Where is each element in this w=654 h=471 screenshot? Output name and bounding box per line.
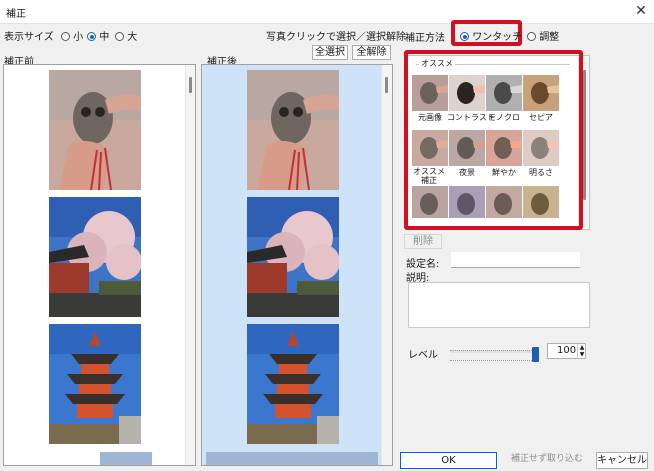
import-without-correction-button[interactable]: 補正せず取り込む [503, 452, 591, 469]
level-label: レベル [408, 350, 438, 361]
spin-up-icon[interactable]: ▲ [577, 344, 586, 351]
description-field[interactable] [408, 282, 590, 328]
owl-photo-after[interactable] [247, 70, 339, 190]
method-option-onetouch[interactable]: ワンタッチ [460, 28, 522, 43]
size-large-label: 大 [127, 32, 138, 43]
preset-night-label: 夜景 [459, 168, 475, 177]
preset-vivid-label: 鮮やか [492, 168, 516, 177]
preset-mono-label: モノクロ [488, 113, 520, 122]
preset-sepia-label: セピア [529, 113, 553, 122]
preset-thumb-12[interactable] [523, 186, 559, 218]
preset-contrast-label: コントラスト [447, 113, 495, 122]
next-photo-peek [100, 452, 152, 465]
before-image-panel [3, 64, 196, 466]
adjust-label: 調整 [539, 32, 560, 43]
pagoda-photo-after[interactable] [247, 324, 339, 444]
next-photo-peek [206, 452, 378, 465]
preset-thumb-10[interactable] [449, 186, 485, 218]
preset-thumb-11[interactable] [486, 186, 522, 218]
before-scrollbar-thumb[interactable] [189, 77, 192, 93]
select-all-button[interactable]: 全選択 [312, 45, 348, 60]
setting-name-field[interactable] [451, 252, 580, 268]
preset-thumb-9[interactable] [412, 186, 448, 218]
preset-recommended-label: オススメ補正 [413, 167, 445, 185]
preset-recommended-thumb[interactable] [412, 130, 448, 166]
photo-click-hint: 写真クリックで選択／選択解除 [266, 32, 406, 43]
after-scrollbar-thumb[interactable] [385, 77, 388, 93]
radio-large[interactable] [115, 32, 124, 41]
pagoda-photo-before[interactable] [49, 324, 141, 444]
preset-night-thumb[interactable] [449, 130, 485, 166]
deselect-all-button[interactable]: 全解除 [352, 45, 391, 60]
size-option-small[interactable]: 小 [61, 28, 83, 43]
radio-adjust[interactable] [527, 32, 536, 41]
preset-bright-thumb[interactable] [523, 130, 559, 166]
after-scrollbar[interactable] [381, 65, 392, 465]
level-slider-ticks [450, 360, 534, 361]
size-medium-label: 中 [99, 32, 110, 43]
size-option-medium[interactable]: 中 [87, 28, 109, 43]
setting-name-label: 設定名: [406, 259, 440, 270]
preset-original-thumb[interactable] [412, 75, 448, 111]
preset-vivid-thumb[interactable] [486, 130, 522, 166]
level-slider[interactable] [450, 346, 540, 364]
close-icon[interactable]: ✕ [632, 2, 650, 20]
cherry-temple-photo-before[interactable] [49, 197, 141, 317]
radio-medium[interactable] [87, 32, 96, 41]
display-size-label: 表示サイズ [4, 32, 54, 43]
size-option-large[interactable]: 大 [115, 28, 137, 43]
radio-onetouch[interactable] [460, 32, 469, 41]
preset-contrast-thumb[interactable] [449, 75, 485, 111]
method-option-adjust[interactable]: 調整 [527, 28, 559, 43]
owl-photo-before[interactable] [49, 70, 141, 190]
cherry-temple-photo-after[interactable] [247, 197, 339, 317]
cancel-button[interactable]: キャンセル [596, 452, 648, 469]
preset-original-label: 元画像 [418, 113, 442, 122]
level-slider-thumb[interactable] [532, 347, 539, 362]
preset-bright-label: 明るさ [529, 168, 553, 177]
delete-button[interactable]: 削除 [404, 234, 442, 249]
window-title: 補正 [6, 9, 26, 20]
title-bar: 補正 ✕ [0, 0, 654, 24]
level-slider-track [450, 350, 534, 353]
level-value: 100 [557, 345, 577, 356]
before-scrollbar[interactable] [185, 65, 195, 465]
spin-down-icon[interactable]: ▼ [577, 351, 586, 358]
level-spinbox[interactable]: 100 ▲ ▼ [547, 343, 586, 359]
after-image-panel [201, 64, 393, 466]
ok-button[interactable]: OK [400, 452, 497, 469]
preset-scrollbar-thumb[interactable] [583, 70, 586, 200]
preset-sepia-thumb[interactable] [523, 75, 559, 111]
onetouch-label: ワンタッチ [472, 32, 523, 43]
size-small-label: 小 [73, 32, 84, 43]
method-label: 補正方法 [405, 33, 445, 44]
preset-mono-thumb[interactable] [486, 75, 522, 111]
radio-small[interactable] [61, 32, 70, 41]
